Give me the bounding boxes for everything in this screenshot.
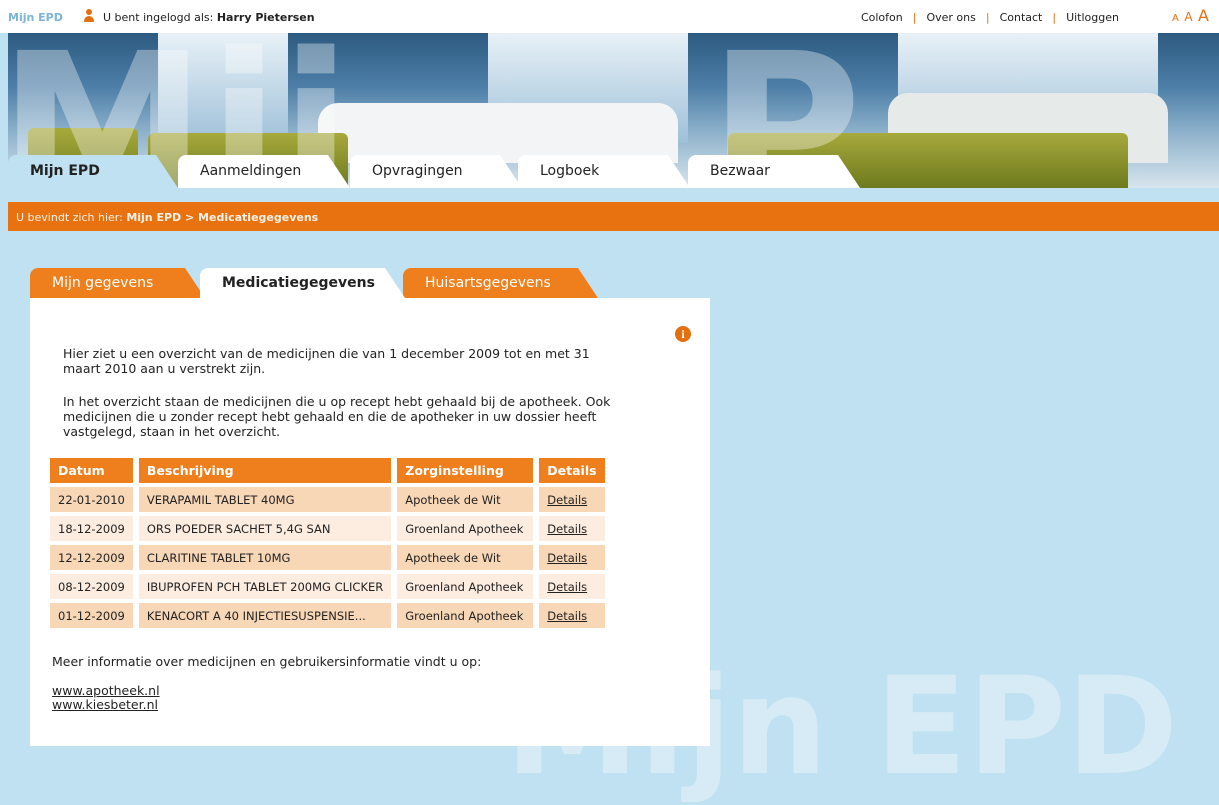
- header-details: Details: [539, 458, 605, 483]
- nav-tab-mijn-epd[interactable]: Mijn EPD: [8, 155, 178, 188]
- font-size-controls: A A A: [1170, 6, 1209, 25]
- breadcrumb: U bevindt zich hier: Mijn EPD > Medicati…: [8, 202, 1219, 231]
- table-row: 18-12-2009 ORS POEDER SACHET 5,4G SAN Gr…: [50, 516, 605, 541]
- font-size-medium-button[interactable]: A: [1184, 10, 1192, 24]
- details-link[interactable]: Details: [547, 522, 587, 536]
- header-zorginstelling: Zorginstelling: [397, 458, 534, 483]
- more-info-text: Meer informatie over medicijnen en gebru…: [52, 654, 482, 669]
- font-size-small-button[interactable]: A: [1172, 13, 1179, 24]
- brand-label: Mijn EPD: [8, 11, 63, 24]
- breadcrumb-path[interactable]: Mijn EPD > Medicatiegegevens: [126, 211, 318, 224]
- font-size-large-button[interactable]: A: [1198, 6, 1209, 25]
- nav-tab-logboek[interactable]: Logboek: [518, 155, 690, 188]
- tab-medicatiegegevens[interactable]: Medicatiegegevens: [200, 268, 405, 298]
- over-ons-link[interactable]: Over ons: [926, 11, 975, 24]
- intro-paragraph-2: In het overzicht staan de medicijnen die…: [63, 394, 611, 439]
- logged-in-label: U bent ingelogd als:: [103, 11, 214, 24]
- breadcrumb-label: U bevindt zich hier:: [16, 211, 123, 224]
- top-links: Colofon | Over ons | Contact | Uitloggen: [860, 11, 1119, 24]
- header-datum: Datum: [50, 458, 133, 483]
- table-row: 01-12-2009 KENACORT A 40 INJECTIESUSPENS…: [50, 603, 605, 628]
- kiesbeter-link[interactable]: www.kiesbeter.nl: [52, 698, 160, 712]
- tab-huisartsgegevens[interactable]: Huisartsgegevens: [403, 268, 598, 298]
- table-row: 08-12-2009 IBUPROFEN PCH TABLET 200MG CL…: [50, 574, 605, 599]
- table-row: 12-12-2009 CLARITINE TABLET 10MG Apothee…: [50, 545, 605, 570]
- details-link[interactable]: Details: [547, 551, 587, 565]
- nav-tab-aanmeldingen[interactable]: Aanmeldingen: [178, 155, 350, 188]
- header-beschrijving: Beschrijving: [138, 458, 392, 483]
- nav-tab-bezwaar[interactable]: Bezwaar: [688, 155, 860, 188]
- apotheek-link[interactable]: www.apotheek.nl: [52, 684, 160, 698]
- tab-mijn-gegevens[interactable]: Mijn gegevens: [30, 268, 205, 298]
- contact-link[interactable]: Contact: [1000, 11, 1043, 24]
- logout-link[interactable]: Uitloggen: [1066, 11, 1119, 24]
- info-icon[interactable]: i: [675, 326, 691, 342]
- intro-paragraph-1: Hier ziet u een overzicht van de medicij…: [63, 346, 590, 376]
- nav-tab-opvragingen[interactable]: Opvragingen: [350, 155, 522, 188]
- medication-panel: i Hier ziet u een overzicht van de medic…: [30, 298, 710, 746]
- details-link[interactable]: Details: [547, 580, 587, 594]
- user-name: Harry Pietersen: [216, 11, 315, 24]
- table-row: 22-01-2010 VERAPAMIL TABLET 40MG Apothee…: [50, 487, 605, 512]
- logged-in-text: U bent ingelogd als: Harry Pietersen: [103, 11, 315, 24]
- medication-table: Datum Beschrijving Zorginstelling Detail…: [44, 454, 611, 632]
- colofon-link[interactable]: Colofon: [861, 11, 903, 24]
- user-icon: [83, 9, 95, 23]
- top-bar: Mijn EPD U bent ingelogd als: Harry Piet…: [0, 0, 1219, 33]
- details-link[interactable]: Details: [547, 493, 587, 507]
- details-link[interactable]: Details: [547, 609, 587, 623]
- external-links: www.apotheek.nl www.kiesbeter.nl: [52, 684, 160, 712]
